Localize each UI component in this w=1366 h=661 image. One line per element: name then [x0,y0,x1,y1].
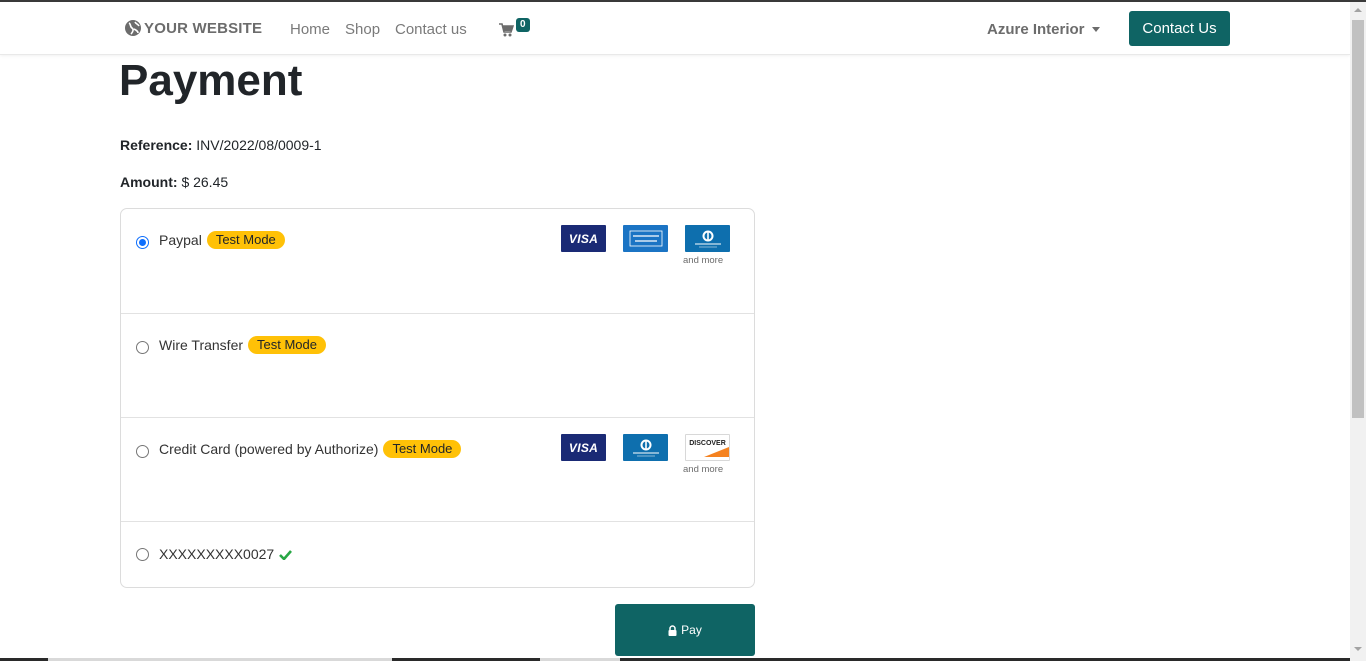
wire-transfer-label: Wire Transfer Test Mode [159,336,326,354]
payment-option-paypal[interactable]: Paypal Test Mode VISA and more [121,209,754,313]
test-mode-badge: Test Mode [206,231,285,249]
credit-card-label: Credit Card (powered by Authorize) Test … [159,440,462,458]
pay-button[interactable]: Pay [615,604,755,656]
payment-method-name: Credit Card (powered by Authorize) [159,441,379,457]
visa-card-icon: VISA [561,434,606,461]
reference-value: INV/2022/08/0009-1 [196,137,322,153]
payment-method-name: Paypal [159,232,202,248]
navbar: YOUR WEBSITE Home Shop Contact us 0 Azur… [0,2,1350,55]
nav-home[interactable]: Home [290,21,330,38]
reference-label: Reference: [120,137,193,153]
visa-card-icon: VISA [561,225,606,252]
wire-transfer-radio[interactable] [136,341,149,354]
test-mode-badge: Test Mode [248,336,326,354]
nav-shop[interactable]: Shop [345,21,380,38]
contact-us-button[interactable]: Contact Us [1129,11,1230,46]
saved-card-label: XXXXXXXXX0027 [159,546,293,562]
amount-label: Amount: [120,174,178,190]
globe-icon [125,20,141,36]
pay-button-label: Pay [681,623,702,637]
company-dropdown[interactable]: Azure Interior [987,21,1100,38]
reference-line: Reference: INV/2022/08/0009-1 [120,137,322,153]
cart-link[interactable]: 0 [499,18,530,42]
saved-card-radio[interactable] [136,548,149,561]
amount-value: $ 26.45 [181,174,229,190]
page-title: Payment [119,56,303,105]
amount-line: Amount: $ 26.45 [120,174,228,190]
payment-option-credit-card[interactable]: Credit Card (powered by Authorize) Test … [121,417,754,521]
logo-text: YOUR WEBSITE [144,19,263,37]
payment-option-wire-transfer[interactable]: Wire Transfer Test Mode [121,313,754,417]
scroll-up-arrow-icon[interactable] [1354,8,1362,12]
and-more-text: and more [683,464,724,475]
payment-method-name: XXXXXXXXX0027 [159,546,275,562]
scroll-down-arrow-icon[interactable] [1354,647,1362,651]
cart-count-badge: 0 [516,18,530,32]
company-name: Azure Interior [987,21,1085,38]
paypal-label: Paypal Test Mode [159,231,285,249]
diners-card-icon [623,434,668,461]
amex-card-icon [623,225,668,252]
discover-card-icon: DISCOVER [685,434,730,461]
check-icon [279,549,293,560]
paypal-radio[interactable] [136,236,149,249]
scrollbar[interactable] [1350,2,1366,661]
discover-card-text: DISCOVER [689,440,726,447]
payment-methods-card: Paypal Test Mode VISA and more Wire Tran… [120,208,755,588]
payment-option-saved-card[interactable]: XXXXXXXXX0027 [121,521,754,587]
scrollbar-thumb[interactable] [1352,20,1364,418]
and-more-text: and more [683,255,724,266]
chevron-down-icon [1091,27,1100,32]
shopping-cart-icon [499,23,515,37]
credit-card-radio[interactable] [136,445,149,458]
diners-card-icon [685,225,730,252]
test-mode-badge: Test Mode [383,440,462,458]
payment-method-name: Wire Transfer [159,337,244,353]
site-logo[interactable]: YOUR WEBSITE [124,19,262,37]
lock-icon [668,624,677,636]
nav-contact-us[interactable]: Contact us [395,21,467,38]
